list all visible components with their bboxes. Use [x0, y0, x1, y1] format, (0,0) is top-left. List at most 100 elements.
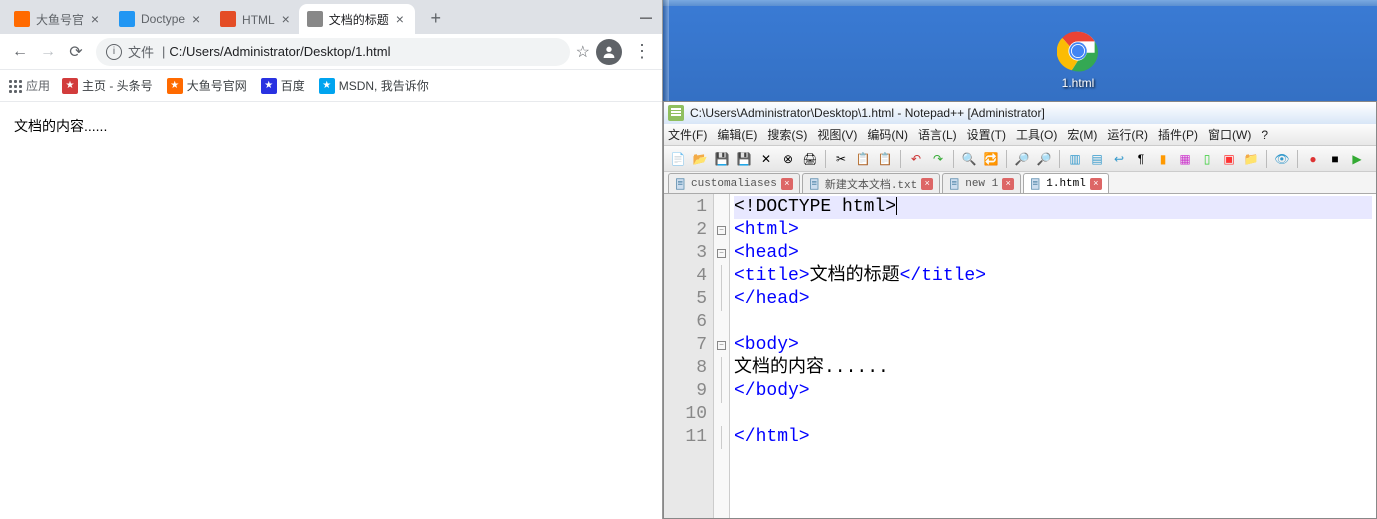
paste-icon[interactable]: 📋 [875, 149, 895, 169]
fold-handle[interactable] [714, 380, 729, 403]
browser-tab[interactable]: 大鱼号官× [6, 4, 110, 34]
close-icon[interactable]: × [393, 12, 407, 26]
chrome-menu-icon[interactable]: ⋮ [628, 41, 656, 62]
npp-titlebar[interactable]: C:\Users\Administrator\Desktop\1.html - … [664, 102, 1376, 124]
bookmark-star-icon[interactable]: ☆ [576, 42, 590, 62]
reload-button[interactable]: ⟳ [62, 38, 90, 66]
menu-item[interactable]: 设置(T) [967, 126, 1006, 143]
redo-icon[interactable]: ↷ [928, 149, 948, 169]
close-file-icon[interactable]: ✕ [756, 149, 776, 169]
menu-item[interactable]: 插件(P) [1158, 126, 1198, 143]
code-line[interactable]: </body> [734, 380, 1372, 403]
fold-handle[interactable]: − [714, 219, 729, 242]
fold-handle[interactable] [714, 311, 729, 334]
code-area[interactable]: <!DOCTYPE html><html><head><title>文档的标题<… [730, 194, 1376, 518]
close-icon[interactable]: × [189, 12, 203, 26]
print-icon[interactable]: 🖨 [800, 149, 820, 169]
fold-handle[interactable] [714, 403, 729, 426]
browser-tab[interactable]: Doctype× [111, 4, 211, 34]
new-file-icon[interactable]: 📄 [668, 149, 688, 169]
menu-item[interactable]: ? [1261, 128, 1268, 142]
bookmark-item[interactable]: ★大鱼号官网 [167, 77, 247, 94]
replace-icon[interactable]: 🔁 [981, 149, 1001, 169]
menu-item[interactable]: 搜索(S) [767, 126, 807, 143]
monitor-icon[interactable]: 👁 [1272, 149, 1292, 169]
fold-column[interactable]: −−− [714, 194, 730, 518]
sync-h-icon[interactable]: ▤ [1087, 149, 1107, 169]
code-line[interactable] [734, 403, 1372, 426]
menu-item[interactable]: 视图(V) [817, 126, 857, 143]
open-file-icon[interactable]: 📂 [690, 149, 710, 169]
site-info-icon[interactable]: i [106, 44, 122, 60]
menu-item[interactable]: 语言(L) [918, 126, 957, 143]
url-input[interactable]: i 文件 | C:/Users/Administrator/Desktop/1.… [96, 38, 570, 66]
close-icon[interactable]: × [282, 12, 290, 27]
bookmark-item[interactable]: ★百度 [261, 77, 305, 94]
code-line[interactable]: </head> [734, 288, 1372, 311]
bookmark-item[interactable]: ★主页 - 头条号 [62, 77, 153, 94]
menu-item[interactable]: 运行(R) [1107, 126, 1148, 143]
code-line[interactable]: 文档的内容...... [734, 357, 1372, 380]
code-line[interactable]: <head> [734, 242, 1372, 265]
undo-icon[interactable]: ↶ [906, 149, 926, 169]
code-line[interactable]: <!DOCTYPE html> [734, 196, 1372, 219]
code-line[interactable]: </html> [734, 426, 1372, 449]
menu-item[interactable]: 编码(N) [867, 126, 908, 143]
cut-icon[interactable]: ✂ [831, 149, 851, 169]
menu-item[interactable]: 工具(O) [1016, 126, 1057, 143]
fold-handle[interactable] [714, 288, 729, 311]
close-all-icon[interactable]: ⊗ [778, 149, 798, 169]
code-editor[interactable]: 1234567891011 −−− <!DOCTYPE html><html><… [664, 194, 1376, 518]
record-macro-icon[interactable]: ● [1303, 149, 1323, 169]
play-macro-icon[interactable]: ▶ [1347, 149, 1367, 169]
folder-panel-icon[interactable]: 📁 [1241, 149, 1261, 169]
new-tab-button[interactable]: + [422, 4, 450, 32]
fold-handle[interactable] [714, 265, 729, 288]
menu-item[interactable]: 宏(M) [1067, 126, 1097, 143]
sync-v-icon[interactable]: ▥ [1065, 149, 1085, 169]
forward-button[interactable]: → [34, 38, 62, 66]
back-button[interactable]: ← [6, 38, 34, 66]
close-icon[interactable]: × [1090, 178, 1102, 190]
show-all-icon[interactable]: ¶ [1131, 149, 1151, 169]
document-tab[interactable]: new 1× [942, 173, 1021, 193]
indent-guide-icon[interactable]: ▮ [1153, 149, 1173, 169]
wrap-icon[interactable]: ↩ [1109, 149, 1129, 169]
code-line[interactable]: <html> [734, 219, 1372, 242]
find-icon[interactable]: 🔍 [959, 149, 979, 169]
close-icon[interactable]: × [88, 12, 102, 26]
profile-avatar-icon[interactable] [596, 39, 622, 65]
menu-item[interactable]: 文件(F) [668, 126, 707, 143]
fold-handle[interactable]: − [714, 242, 729, 265]
zoom-out-icon[interactable]: 🔎 [1034, 149, 1054, 169]
fold-handle[interactable]: − [714, 334, 729, 357]
code-line[interactable] [734, 311, 1372, 334]
close-icon[interactable]: × [921, 178, 933, 190]
fold-handle[interactable] [714, 196, 729, 219]
copy-icon[interactable]: 📋 [853, 149, 873, 169]
code-line[interactable]: <body> [734, 334, 1372, 357]
fold-handle[interactable] [714, 357, 729, 380]
menu-item[interactable]: 窗口(W) [1208, 126, 1251, 143]
bookmark-item[interactable]: ★MSDN, 我告诉你 [319, 77, 429, 94]
close-icon[interactable]: × [1002, 178, 1014, 190]
apps-shortcut[interactable]: 应用 [8, 77, 50, 94]
document-tab[interactable]: 新建文本文档.txt× [802, 173, 940, 193]
close-icon[interactable]: × [781, 178, 793, 190]
save-all-icon[interactable]: 💾 [734, 149, 754, 169]
document-tab[interactable]: customaliases× [668, 173, 800, 193]
save-icon[interactable]: 💾 [712, 149, 732, 169]
stop-macro-icon[interactable]: ■ [1325, 149, 1345, 169]
doc-map-icon[interactable]: ▯ [1197, 149, 1217, 169]
code-line[interactable]: <title>文档的标题</title> [734, 265, 1372, 288]
fold-handle[interactable] [714, 426, 729, 449]
menu-item[interactable]: 编辑(E) [717, 126, 757, 143]
document-tab[interactable]: 1.html× [1023, 173, 1109, 193]
desktop-shortcut[interactable]: 1.html [1043, 30, 1113, 90]
lang-icon[interactable]: ▦ [1175, 149, 1195, 169]
func-list-icon[interactable]: ▣ [1219, 149, 1239, 169]
browser-tab[interactable]: 文档的标题× [299, 4, 415, 34]
minimize-icon[interactable]: ― [630, 7, 662, 27]
browser-tab[interactable]: HTML × [212, 4, 298, 34]
zoom-in-icon[interactable]: 🔎 [1012, 149, 1032, 169]
